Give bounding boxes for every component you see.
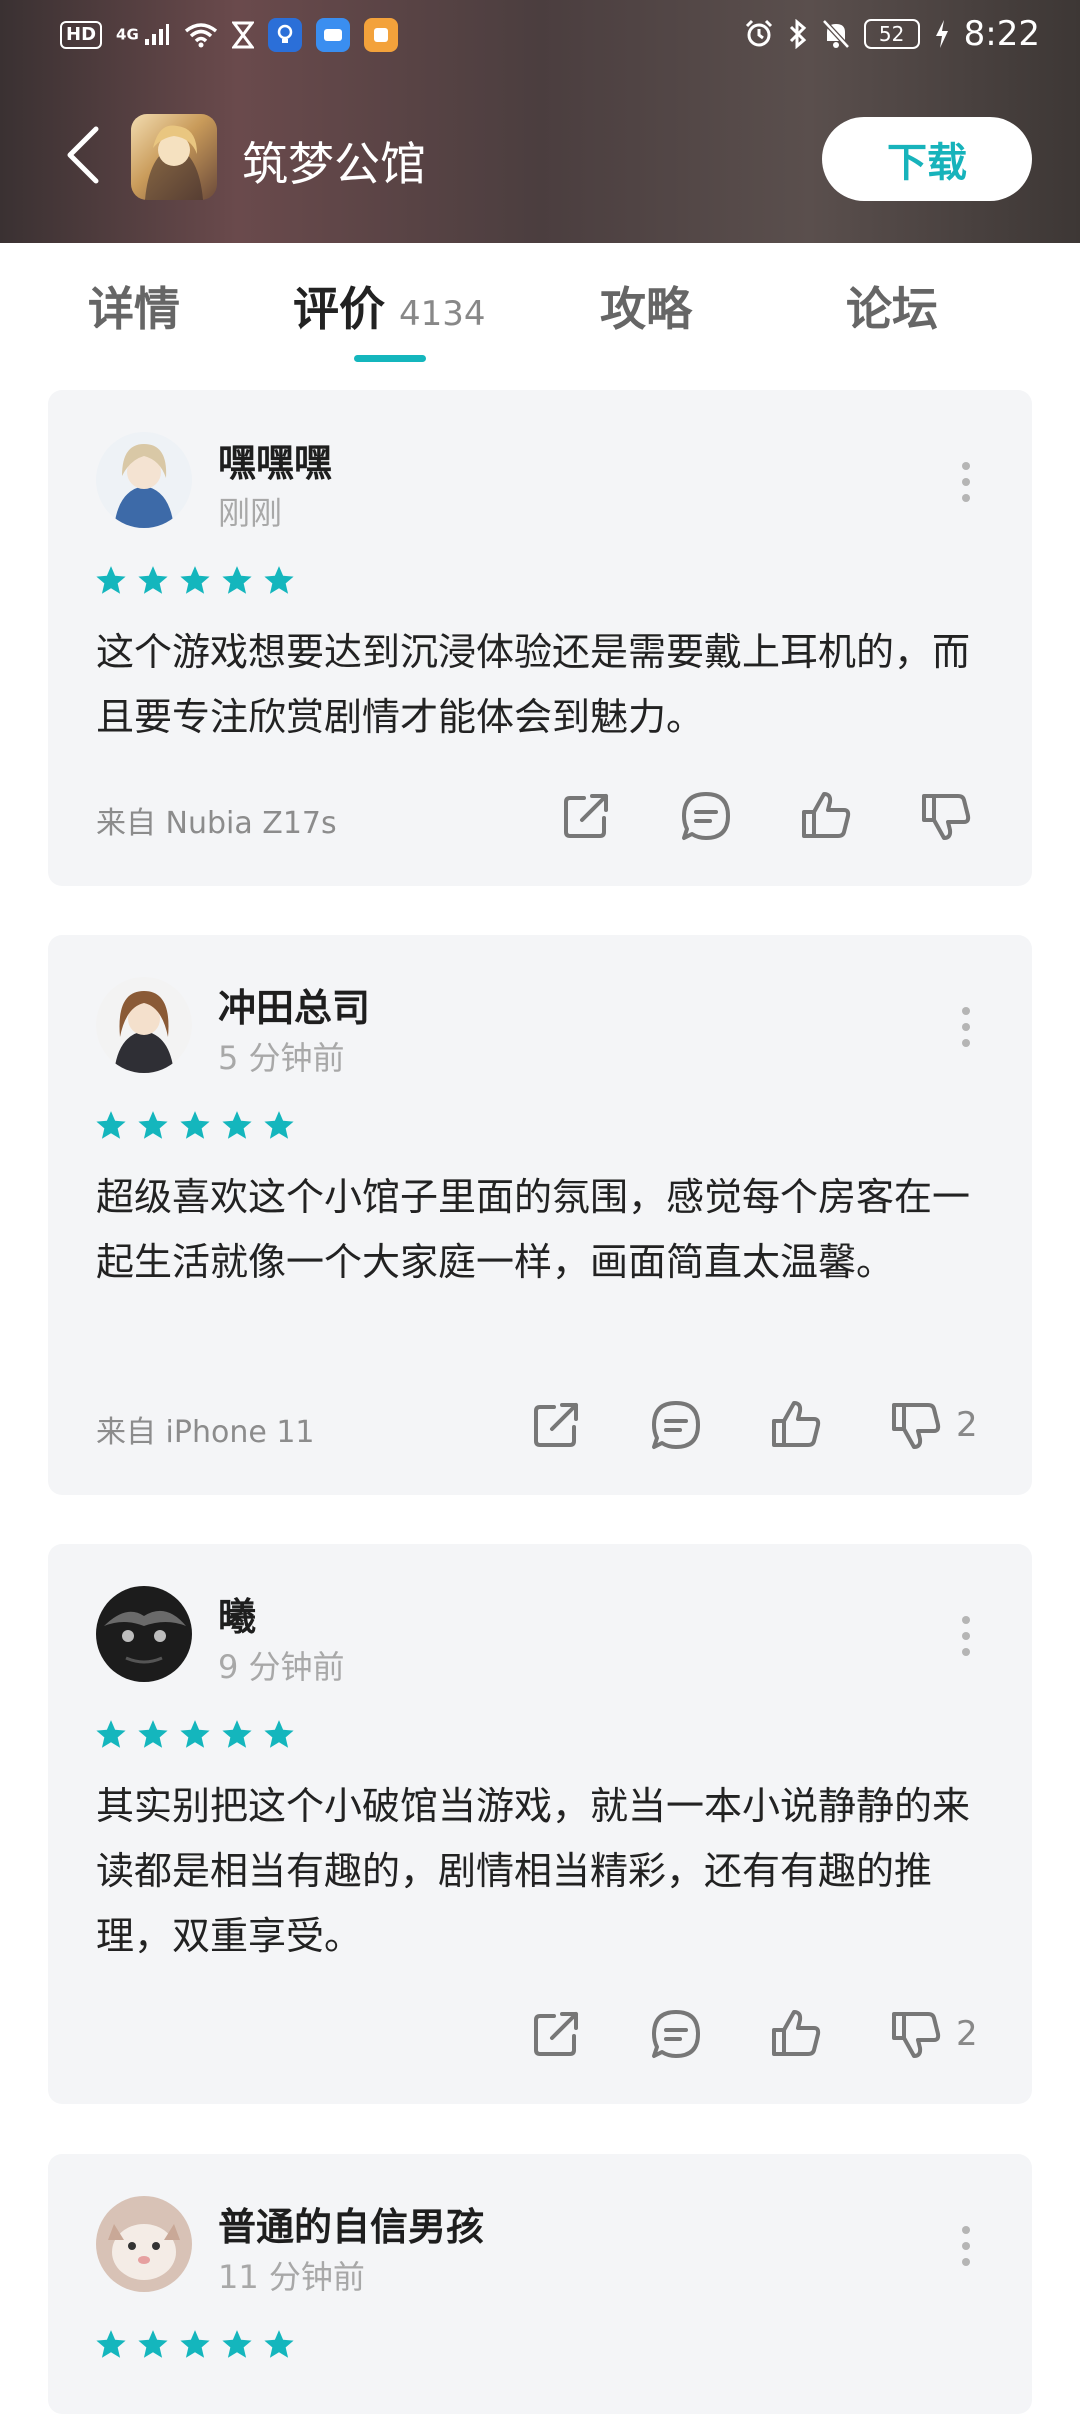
blue-app-icon [316,18,350,52]
star-icon [180,1111,210,1139]
star-icon [264,2330,294,2358]
star-rating [94,564,296,598]
review-text[interactable]: 这个游戏想要达到沉浸体验还是需要戴上耳机的，而且要专注欣赏剧情才能体会到魅力。 [96,620,996,750]
star-icon [138,2330,168,2358]
review-count: 4134 [399,294,486,334]
star-icon [96,566,126,594]
user-name[interactable]: 普通的自信男孩 [218,2196,484,2251]
avatar[interactable] [96,2196,192,2292]
star-rating [94,2328,296,2362]
share-icon[interactable] [528,2006,584,2062]
app-title: 筑梦公馆 [242,137,426,191]
thumbs-up-icon[interactable] [798,788,854,844]
star-rating [94,1109,296,1143]
review-text[interactable]: 超级喜欢这个小馆子里面的氛围，感觉每个房客在一起生活就像一个大家庭一样，画面简直… [96,1165,996,1295]
tab-reviews[interactable]: 评价 4134 [293,273,486,339]
post-time: 11 分钟前 [218,2258,365,2296]
star-icon [96,2330,126,2358]
review-card: 普通的自信男孩 11 分钟前 [48,2154,1032,2414]
wifi-icon [184,23,218,48]
star-icon [138,1720,168,1748]
more-options-icon[interactable] [960,1005,972,1049]
charging-icon [935,20,948,48]
star-icon [264,1111,294,1139]
star-icon [138,566,168,594]
tab-bar: 详情 评价 4134 攻略 论坛 [0,243,1080,373]
network-label: 4G [116,25,139,44]
device-label: 来自 Nubia Z17s [96,806,337,841]
4g-signal-icon: 4G [116,24,170,46]
status-left: HD 4G [60,18,398,52]
comment-icon[interactable] [648,2006,704,2062]
device-label: 来自 iPhone 11 [96,1415,315,1450]
avatar[interactable] [96,432,192,528]
bulb-app-icon [268,18,302,52]
thumbs-down-icon[interactable] [888,1397,944,1453]
share-icon[interactable] [558,788,614,844]
active-tab-indicator [354,355,426,362]
comment-icon[interactable] [678,788,734,844]
download-button[interactable]: 下载 [822,117,1032,201]
tab-reviews-label: 评价 [293,282,385,336]
more-options-icon[interactable] [960,460,972,504]
star-icon [222,1111,252,1139]
more-options-icon[interactable] [960,2224,972,2268]
bluetooth-icon [789,19,806,49]
star-icon [222,2330,252,2358]
app-icon [131,114,217,200]
hourglass-icon [232,21,254,49]
tab-guides[interactable]: 攻略 [600,273,692,339]
thumbs-down-icon[interactable] [888,2006,944,2062]
post-time: 刚刚 [218,494,283,532]
star-icon [180,2330,210,2358]
review-card: 曦 9 分钟前 其实别把这个小破馆当游戏，就当一本小说静静的来读都是相当有趣的，… [48,1544,1032,2104]
orange-app-icon [364,18,398,52]
mute-icon [821,19,850,49]
app-header: HD 4G 52 8:22 筑梦公馆 下载 [0,0,1080,243]
hd-icon: HD [60,21,103,49]
user-name[interactable]: 曦 [218,1586,256,1641]
battery-icon: 52 [863,19,920,49]
thumbs-up-icon[interactable] [768,2006,824,2062]
user-name[interactable]: 冲田总司 [218,977,370,1032]
review-text[interactable]: 其实别把这个小破馆当游戏，就当一本小说静静的来读都是相当有趣的，剧情相当精彩，还… [96,1774,996,1969]
share-icon[interactable] [528,1397,584,1453]
avatar[interactable] [96,1586,192,1682]
clock-time: 8:22 [963,14,1040,54]
tab-details[interactable]: 详情 [88,273,180,339]
avatar[interactable] [96,977,192,1073]
tab-forum[interactable]: 论坛 [846,273,938,339]
status-right: 52 8:22 [744,14,1040,54]
status-bar: HD 4G 52 8:22 [0,0,1080,75]
star-icon [180,566,210,594]
star-icon [264,1720,294,1748]
thumbs-up-icon[interactable] [768,1397,824,1453]
comment-icon[interactable] [648,1397,704,1453]
thumbs-down-icon[interactable] [918,788,974,844]
star-icon [222,566,252,594]
post-time: 5 分钟前 [218,1039,345,1077]
review-card: 冲田总司 5 分钟前 超级喜欢这个小馆子里面的氛围，感觉每个房客在一起生活就像一… [48,935,1032,1495]
star-icon [96,1111,126,1139]
star-icon [138,1111,168,1139]
star-rating [94,1718,296,1752]
star-icon [96,1720,126,1748]
alarm-icon [745,19,772,47]
back-arrow-icon[interactable] [62,125,106,185]
star-icon [180,1720,210,1748]
star-icon [264,566,294,594]
post-time: 9 分钟前 [218,1648,345,1686]
more-options-icon[interactable] [960,1614,972,1658]
user-name[interactable]: 嘿嘿嘿 [218,432,332,487]
dislike-count: 2 [956,2014,978,2054]
review-card: 嘿嘿嘿 刚刚 这个游戏想要达到沉浸体验还是需要戴上耳机的，而且要专注欣赏剧情才能… [48,390,1032,886]
star-icon [222,1720,252,1748]
dislike-count: 2 [956,1405,978,1445]
